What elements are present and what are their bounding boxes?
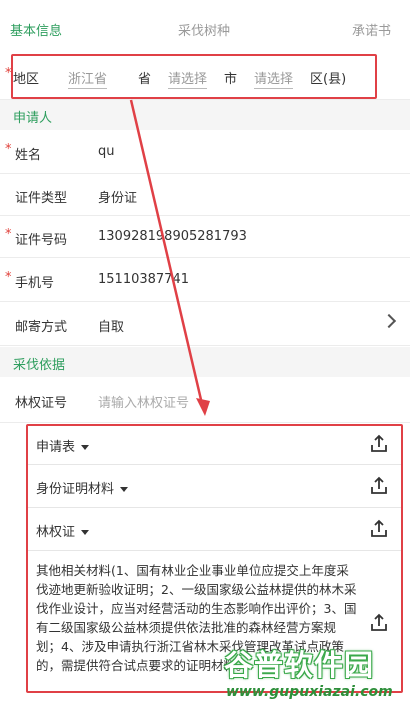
watermark: 谷普软件园 www.gupuxiazai.com [220,640,410,706]
annotation-arrow [129,99,210,416]
watermark-title: 谷普软件园 [224,648,375,682]
watermark-url: www.gupuxiazai.com [226,684,393,700]
